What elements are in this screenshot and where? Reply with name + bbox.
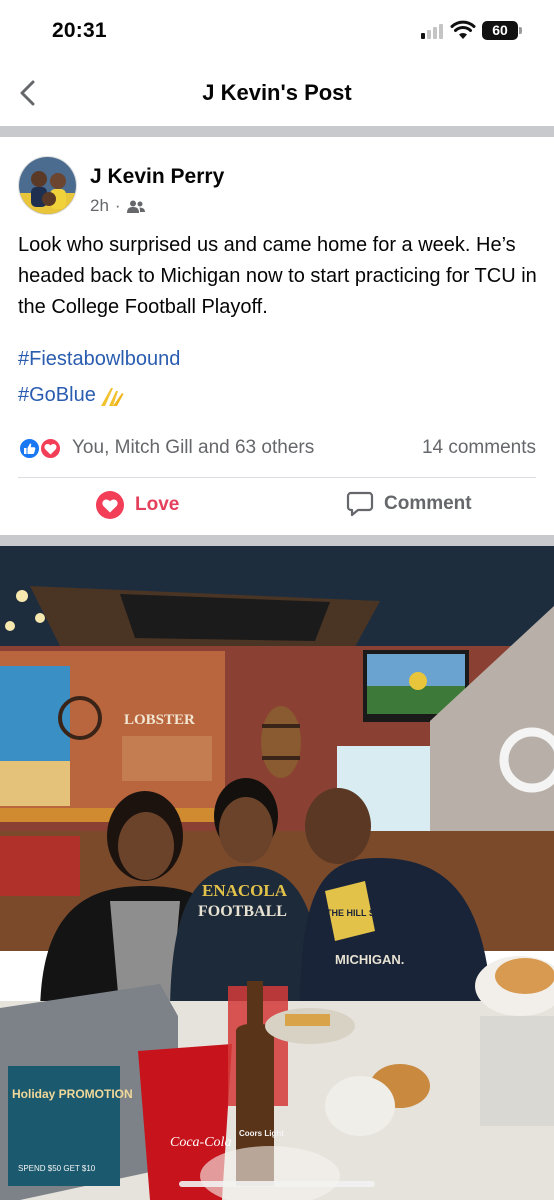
shirt-left-text-2: FOOTBALL (198, 903, 287, 920)
hashtag-link[interactable]: #GoBlue (18, 384, 125, 407)
shirt-left-text: ENACOLA (202, 881, 288, 900)
post-meta: 2h · (90, 196, 145, 216)
restaurant-photo: LOBSTER ENACOLA FOOTBALL THE HILL SATE M… (0, 546, 554, 1200)
wifi-icon (450, 20, 476, 39)
reactors-summary[interactable]: You, Mitch Gill and 63 others (72, 437, 314, 459)
author-name[interactable]: J Kevin Perry (90, 165, 224, 189)
author-avatar[interactable] (18, 156, 77, 215)
status-time: 20:31 (52, 19, 107, 42)
restaurant-sign: LOBSTER (124, 712, 195, 728)
home-indicator[interactable] (179, 1181, 375, 1187)
beer-label: Coors Light (239, 1129, 284, 1138)
reaction-icons[interactable] (18, 435, 66, 461)
comment-icon (346, 491, 374, 517)
love-label: Love (135, 494, 180, 515)
status-bar: 20:31 60 (0, 0, 554, 62)
hashtag-text[interactable]: #GoBlue (18, 384, 96, 407)
meta-separator: · (114, 196, 121, 215)
actions-divider (18, 477, 536, 478)
promo-sub: SPEND $50 GET $10 (18, 1164, 96, 1173)
avatar-photo (19, 157, 76, 214)
post-actions: Love Comment (0, 480, 554, 532)
friends-icon (126, 200, 145, 213)
love-button[interactable]: Love (95, 490, 179, 520)
battery-indicator: 60 (482, 21, 518, 40)
cellular-signal-icon (421, 23, 445, 39)
love-icon (39, 437, 62, 460)
comment-label: Comment (384, 493, 472, 514)
promo-title: Holiday PROMOTION (12, 1087, 133, 1101)
page-title: J Kevin's Post (202, 80, 352, 105)
cup-text: Coca-Cola (170, 1135, 231, 1150)
battery-nub (519, 27, 522, 34)
love-reaction-icon (96, 491, 124, 519)
comment-button[interactable]: Comment (346, 490, 472, 518)
photo-divider (0, 535, 554, 546)
post-header: J Kevin's Post (0, 62, 554, 126)
shirt-right-text-2: MICHIGAN. (335, 952, 404, 967)
post-photo[interactable]: LOBSTER ENACOLA FOOTBALL THE HILL SATE M… (0, 546, 554, 1200)
post-time[interactable]: 2h (90, 196, 109, 216)
reactions-bar: You, Mitch Gill and 63 others 14 comment… (18, 433, 538, 463)
hashtag-link[interactable]: #Fiestabowlbound (18, 348, 180, 371)
post-text: Look who surprised us and came home for … (18, 234, 537, 318)
header-divider (0, 126, 554, 137)
like-icon (18, 437, 41, 460)
comments-count[interactable]: 14 comments (422, 437, 536, 459)
shirt-right-text: THE HILL SATE (326, 908, 392, 918)
victory-hand-emoji (100, 387, 124, 406)
